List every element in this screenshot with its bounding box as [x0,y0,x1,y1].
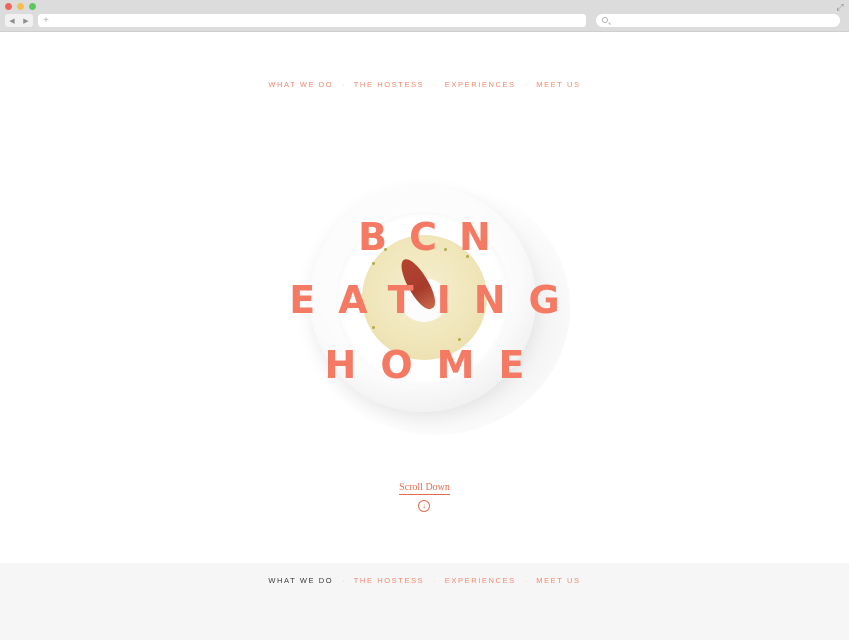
section-nav-link-meet-us[interactable]: MEET US [536,576,580,585]
arrow-down-circle-icon[interactable]: ↓ [418,500,430,512]
browser-chrome: ⤢ ◀ ▶ + [0,0,849,32]
what-we-do-section [0,563,849,640]
new-tab-icon[interactable]: + [43,14,49,27]
scroll-down-link[interactable]: Scroll Down [399,482,450,495]
hero-title-line-2: EATING [289,278,583,322]
fullscreen-icon[interactable]: ⤢ [835,2,845,12]
history-buttons: ◀ ▶ [5,14,33,27]
maximize-window-button[interactable] [29,3,36,10]
window-controls [5,3,36,10]
address-bar[interactable]: + [38,14,586,27]
garnish-speck [458,338,461,341]
nav-link-experiences[interactable]: EXPERIENCES [445,80,516,89]
main-nav: WHAT WE DO · THE HOSTESS · EXPERIENCES ·… [0,80,849,89]
hero-title-line-3: HOME [324,343,549,387]
nav-link-the-hostess[interactable]: THE HOSTESS [354,80,425,89]
minimize-window-button[interactable] [17,3,24,10]
garnish-speck [372,326,375,329]
section-nav-link-experiences[interactable]: EXPERIENCES [445,576,516,585]
back-button[interactable]: ◀ [9,17,14,25]
section-nav: WHAT WE DO · THE HOSTESS · EXPERIENCES ·… [0,576,849,585]
nav-separator: · [342,80,345,89]
nav-link-meet-us[interactable]: MEET US [536,80,580,89]
search-input[interactable] [596,14,840,27]
close-window-button[interactable] [5,3,12,10]
nav-separator: · [433,576,436,585]
section-nav-link-what-we-do[interactable]: WHAT WE DO [268,576,333,585]
forward-button[interactable]: ▶ [23,17,28,25]
nav-separator: · [524,80,528,89]
nav-separator: · [433,80,436,89]
garnish-speck [372,262,375,265]
search-icon [602,17,608,23]
nav-separator: · [524,576,528,585]
scroll-down-link-wrapper: Scroll Down [0,482,849,495]
hero-title-line-1: BCN [358,215,513,259]
section-nav-link-the-hostess[interactable]: THE HOSTESS [354,576,425,585]
nav-link-what-we-do[interactable]: WHAT WE DO [268,80,333,89]
nav-separator: · [342,576,345,585]
